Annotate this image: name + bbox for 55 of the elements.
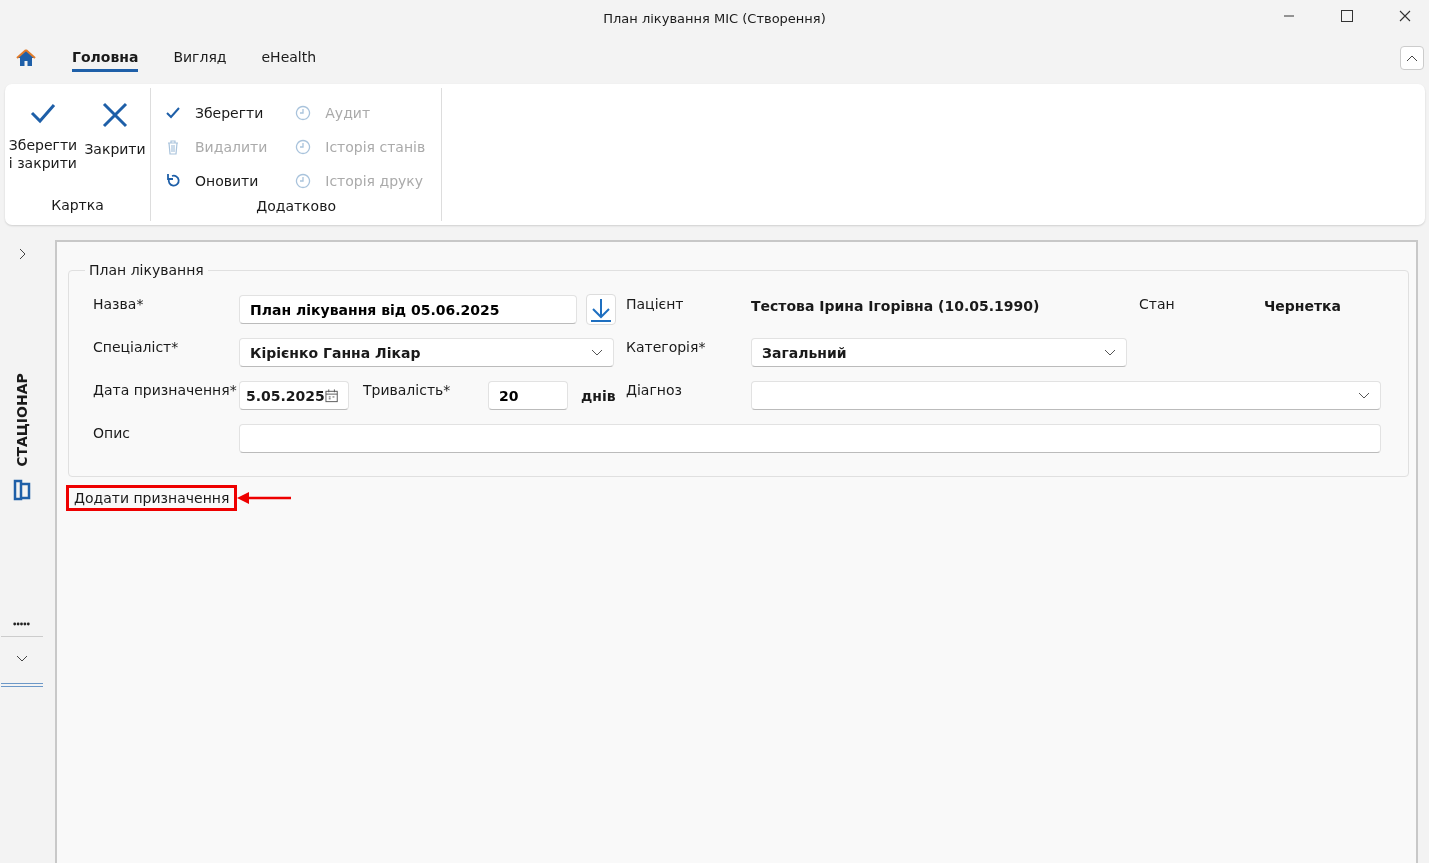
dropdown-field[interactable]: Кірієнко Ганна Лікар: [239, 338, 614, 367]
chevron-up-icon: [1406, 54, 1418, 62]
field-label: Опис: [93, 424, 131, 441]
refresh-icon: [165, 173, 181, 189]
ribbon-group-label: Картка: [50, 197, 105, 215]
clock-icon: [295, 139, 312, 155]
download-arrow-icon: [590, 297, 612, 322]
ribbon-tab[interactable]: Головна: [72, 44, 139, 72]
dropdown-field[interactable]: [751, 381, 1381, 410]
text-field[interactable]: План лікування від 05.06.2025: [239, 295, 577, 324]
ribbon-tab[interactable]: Вигляд: [173, 44, 227, 72]
dots-icon[interactable]: [12, 622, 31, 626]
close-icon[interactable]: [1399, 10, 1411, 22]
chevron-down-icon: [1358, 391, 1370, 400]
chevron-down-icon[interactable]: [15, 655, 28, 663]
ribbon-button[interactable]: Оновити: [161, 164, 272, 198]
field-label: Категорія*: [626, 338, 707, 355]
hospital-icon[interactable]: [11, 478, 32, 502]
close-button[interactable]: Закрити: [82, 98, 148, 197]
chevron-down-icon: [591, 348, 603, 357]
field-label: Пацієнт: [626, 295, 685, 312]
ribbon-group-label: Додатково: [255, 198, 337, 216]
home-icon[interactable]: [16, 49, 36, 67]
dropdown-field[interactable]: Загальний: [751, 338, 1127, 367]
field-label: Назва*: [93, 295, 145, 312]
text-field[interactable]: 20: [488, 381, 568, 410]
field-label: Спеціаліст*: [93, 338, 180, 355]
field-label: Тривалість*: [363, 381, 452, 398]
field-value: Тестова Ірина Ігорівна (10.05.1990): [751, 297, 1041, 314]
field-label: Діагноз: [626, 381, 683, 398]
chevron-down-icon: [1104, 348, 1116, 357]
unit-label: днів: [581, 387, 617, 404]
clock-icon: [295, 173, 312, 189]
maximize-icon[interactable]: [1341, 10, 1353, 22]
download-button[interactable]: [586, 294, 616, 325]
sidebar-label[interactable]: СТАЦІОНАР: [13, 373, 30, 467]
ribbon-tab[interactable]: eHealth: [261, 44, 317, 72]
ribbon-button[interactable]: Зберегти: [161, 96, 272, 130]
window-title: План лікування МІС (Створення): [603, 10, 826, 26]
group-title: План лікування: [88, 262, 205, 278]
text-field[interactable]: [239, 424, 1381, 453]
field-label: Стан: [1139, 295, 1176, 312]
checkmark-icon: [30, 102, 56, 124]
calendar-icon: [324, 388, 338, 403]
save-and-close-button[interactable]: Зберегти і закрити: [10, 98, 76, 197]
trash-icon: [165, 139, 181, 155]
expand-chevron-icon[interactable]: [18, 248, 27, 260]
close-icon: [102, 102, 128, 128]
clock-icon: [295, 105, 312, 121]
date-field[interactable]: 5.05.2025: [239, 381, 349, 410]
annotation-arrow: [237, 492, 292, 504]
checkmark-icon: [165, 105, 181, 121]
field-label: Дата призначення*: [93, 381, 238, 398]
field-value: Чернетка: [1264, 297, 1343, 314]
add-prescription-button[interactable]: Додати призначення: [66, 485, 238, 511]
